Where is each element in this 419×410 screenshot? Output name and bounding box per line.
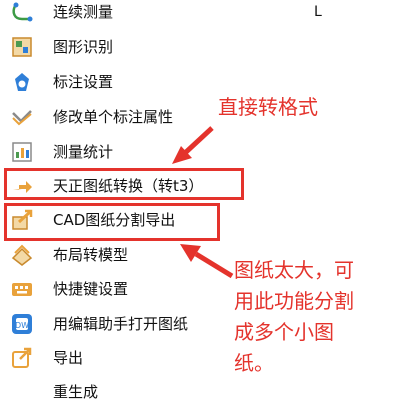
split-annotation-line: 成多个小图 xyxy=(234,320,334,344)
split-annotation: 图纸太大，可 用此功能分割 成多个小图 纸。 xyxy=(234,255,354,379)
split-annotation-line: 用此功能分割 xyxy=(234,289,354,313)
split-annotation-line: 纸。 xyxy=(234,351,274,375)
arrow-to-split-export xyxy=(180,244,234,279)
split-annotation-line: 图纸太大，可 xyxy=(234,258,354,282)
convert-annotation: 直接转格式 xyxy=(218,95,318,119)
